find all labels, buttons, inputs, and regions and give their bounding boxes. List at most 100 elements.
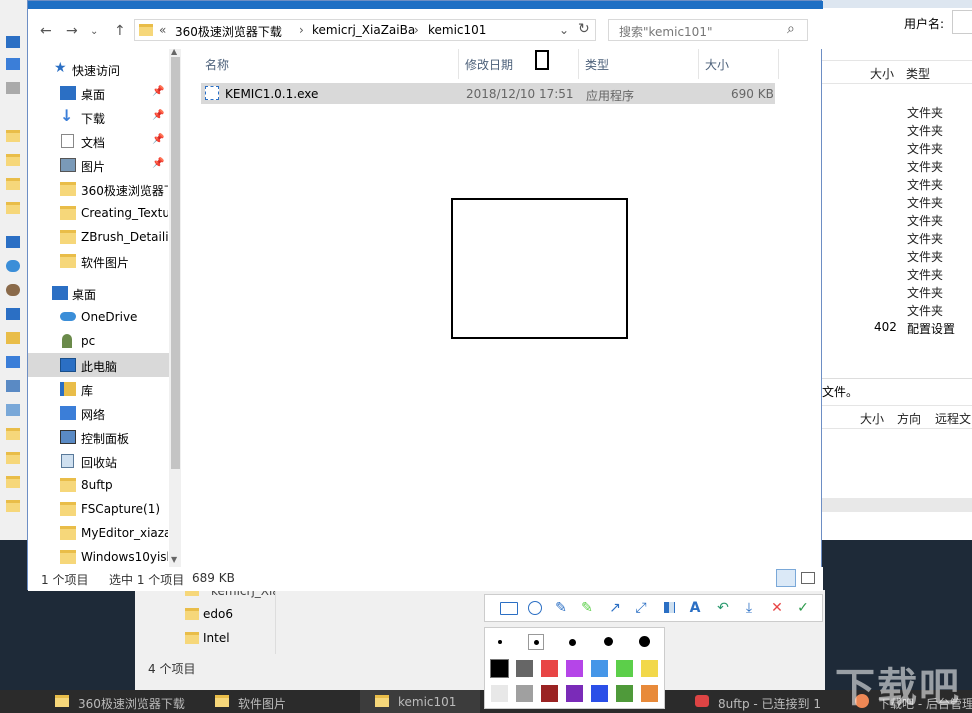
cloud-icon bbox=[60, 312, 76, 321]
search-input[interactable]: 搜索"kemic101" ⌕ bbox=[608, 19, 808, 41]
forward-icon[interactable]: → bbox=[66, 23, 78, 39]
nav-item-folder[interactable]: 软件图片 bbox=[28, 249, 168, 273]
search-icon[interactable]: ⌕ bbox=[787, 21, 795, 37]
nav-item-control-panel[interactable]: 控制面板 bbox=[28, 425, 168, 449]
breadcrumb-item[interactable]: kemicrj_XiaZaiBa bbox=[312, 23, 415, 37]
nav-item-folder[interactable]: 360极速浏览器下 bbox=[28, 177, 168, 201]
color-swatch[interactable] bbox=[641, 660, 658, 677]
color-swatch[interactable] bbox=[516, 685, 533, 702]
size-4-option[interactable] bbox=[604, 637, 613, 646]
cancel-icon[interactable]: ✕ bbox=[767, 599, 787, 617]
color-swatch[interactable] bbox=[541, 660, 558, 677]
breadcrumb-item[interactable]: kemic101 bbox=[428, 23, 486, 37]
overflow-icon[interactable]: « bbox=[159, 23, 166, 37]
color-swatch[interactable] bbox=[491, 685, 508, 702]
chevron-right-icon[interactable]: › bbox=[414, 23, 419, 37]
color-swatch[interactable] bbox=[541, 685, 558, 702]
nav-item-folder[interactable]: 8uftp bbox=[28, 473, 168, 497]
horizontal-scrollbar[interactable] bbox=[822, 498, 972, 512]
size-5-option[interactable] bbox=[639, 636, 650, 647]
color-swatch[interactable] bbox=[616, 685, 633, 702]
ribbon-bar bbox=[28, 1, 823, 9]
pin-icon[interactable]: 📌 bbox=[152, 134, 164, 145]
nav-item-downloads[interactable]: ↓ 下载 📌 bbox=[28, 105, 168, 129]
highlighter-tool-icon[interactable]: ✎ bbox=[577, 599, 597, 617]
nav-item-network[interactable]: 网络 bbox=[28, 401, 168, 425]
scroll-thumb[interactable] bbox=[171, 57, 180, 469]
desktop-icon bbox=[52, 286, 68, 300]
taskbar-item[interactable]: 软件图片 bbox=[238, 695, 286, 712]
nav-item-folder[interactable]: FSCapture(1) bbox=[28, 497, 168, 521]
double-arrow-tool-icon[interactable]: ⤢ bbox=[631, 599, 651, 617]
color-swatch[interactable] bbox=[641, 685, 658, 702]
column-size[interactable]: 大小 bbox=[705, 56, 729, 73]
color-swatch[interactable] bbox=[591, 685, 608, 702]
column-type[interactable]: 类型 bbox=[585, 56, 609, 73]
scroll-up-icon[interactable]: ▲ bbox=[171, 47, 177, 56]
nav-item-desktop-root[interactable]: 桌面 bbox=[28, 281, 168, 305]
text-tool-icon[interactable]: A bbox=[685, 599, 705, 617]
column-size[interactable]: 大小 bbox=[860, 410, 884, 427]
color-swatch[interactable] bbox=[490, 659, 509, 678]
color-swatch[interactable] bbox=[516, 660, 533, 677]
chevron-down-icon[interactable]: ⌄ bbox=[559, 23, 569, 37]
confirm-icon[interactable]: ✓ bbox=[793, 599, 813, 617]
nav-item-folder[interactable]: MyEditor_xiaza bbox=[28, 521, 168, 545]
taskbar-item[interactable]: 360极速浏览器下载 bbox=[78, 695, 185, 712]
chevron-down-icon[interactable]: ⌄ bbox=[90, 26, 98, 37]
nav-item-this-pc[interactable]: 此电脑 bbox=[28, 353, 181, 377]
nav-item-documents[interactable]: 文档 📌 bbox=[28, 129, 168, 153]
type-value: 文件夹 bbox=[907, 124, 944, 138]
color-swatch[interactable] bbox=[616, 660, 633, 677]
mosaic-tool-icon[interactable] bbox=[659, 599, 679, 617]
quick-access[interactable]: ★ 快速访问 bbox=[28, 57, 168, 81]
color-swatch[interactable] bbox=[591, 660, 608, 677]
folder-label[interactable]: edo6 bbox=[203, 607, 233, 621]
nav-item-desktop[interactable]: 桌面 📌 bbox=[28, 81, 168, 105]
size-2-option[interactable] bbox=[534, 640, 539, 645]
column-direction[interactable]: 方向 bbox=[897, 410, 921, 427]
address-bar[interactable]: « 360极速浏览器下载 › kemicrj_XiaZaiBa › kemic1… bbox=[134, 19, 596, 41]
scroll-down-icon[interactable]: ▼ bbox=[171, 555, 177, 564]
nav-item-folder[interactable]: ZBrush_Detailir bbox=[28, 225, 168, 249]
breadcrumb-item[interactable]: 360极速浏览器下载 bbox=[175, 23, 282, 40]
save-icon[interactable]: ⤓ bbox=[739, 599, 759, 617]
column-size[interactable]: 大小 bbox=[870, 65, 894, 82]
column-remote[interactable]: 远程文 bbox=[935, 410, 971, 427]
pin-icon[interactable]: 📌 bbox=[152, 110, 164, 121]
nav-scrollbar[interactable]: ▲ ▼ bbox=[169, 47, 181, 567]
scrollbar[interactable] bbox=[275, 590, 288, 654]
nav-item-user[interactable]: pc bbox=[28, 329, 168, 353]
nav-item-recycle-bin[interactable]: 回收站 bbox=[28, 449, 168, 473]
nav-item-folder[interactable]: Windows10yish bbox=[28, 545, 168, 569]
pin-icon[interactable]: 📌 bbox=[152, 158, 164, 169]
pen-tool-icon[interactable]: ✎ bbox=[551, 599, 571, 617]
column-type[interactable]: 类型 bbox=[906, 65, 930, 82]
nav-item-library[interactable]: 库 bbox=[28, 377, 168, 401]
taskbar-item[interactable]: kemic101 bbox=[398, 695, 456, 709]
nav-item-folder[interactable]: Creating_Textu bbox=[28, 201, 168, 225]
user-input[interactable] bbox=[952, 10, 972, 34]
nav-item-onedrive[interactable]: OneDrive bbox=[28, 305, 168, 329]
pin-icon[interactable]: 📌 bbox=[152, 86, 164, 97]
up-icon[interactable]: ↑ bbox=[114, 23, 126, 39]
color-swatch[interactable] bbox=[566, 660, 583, 677]
details-view-icon[interactable] bbox=[776, 569, 796, 587]
column-name[interactable]: 名称 bbox=[205, 56, 229, 73]
rectangle-tool-icon[interactable] bbox=[499, 599, 519, 617]
back-icon[interactable]: ← bbox=[40, 23, 52, 39]
taskbar-item[interactable]: 8uftp - 已连接到 1 bbox=[718, 695, 821, 712]
undo-icon[interactable]: ↶ bbox=[713, 599, 733, 617]
column-date[interactable]: 修改日期 bbox=[465, 56, 513, 73]
color-swatch[interactable] bbox=[566, 685, 583, 702]
arrow-tool-icon[interactable]: ↗ bbox=[605, 599, 625, 617]
folder-label[interactable]: Intel bbox=[203, 631, 230, 645]
file-row[interactable]: KEMIC1.0.1.exe 2018/12/10 17:51 应用程序 690… bbox=[201, 83, 775, 104]
size-3-option[interactable] bbox=[569, 639, 576, 646]
refresh-icon[interactable]: ↻ bbox=[578, 21, 590, 37]
nav-item-pictures[interactable]: 图片 📌 bbox=[28, 153, 168, 177]
ellipse-tool-icon[interactable] bbox=[525, 599, 545, 617]
size-1-option[interactable] bbox=[498, 640, 502, 644]
large-icons-view-icon[interactable] bbox=[801, 572, 815, 584]
chevron-right-icon[interactable]: › bbox=[299, 23, 304, 37]
